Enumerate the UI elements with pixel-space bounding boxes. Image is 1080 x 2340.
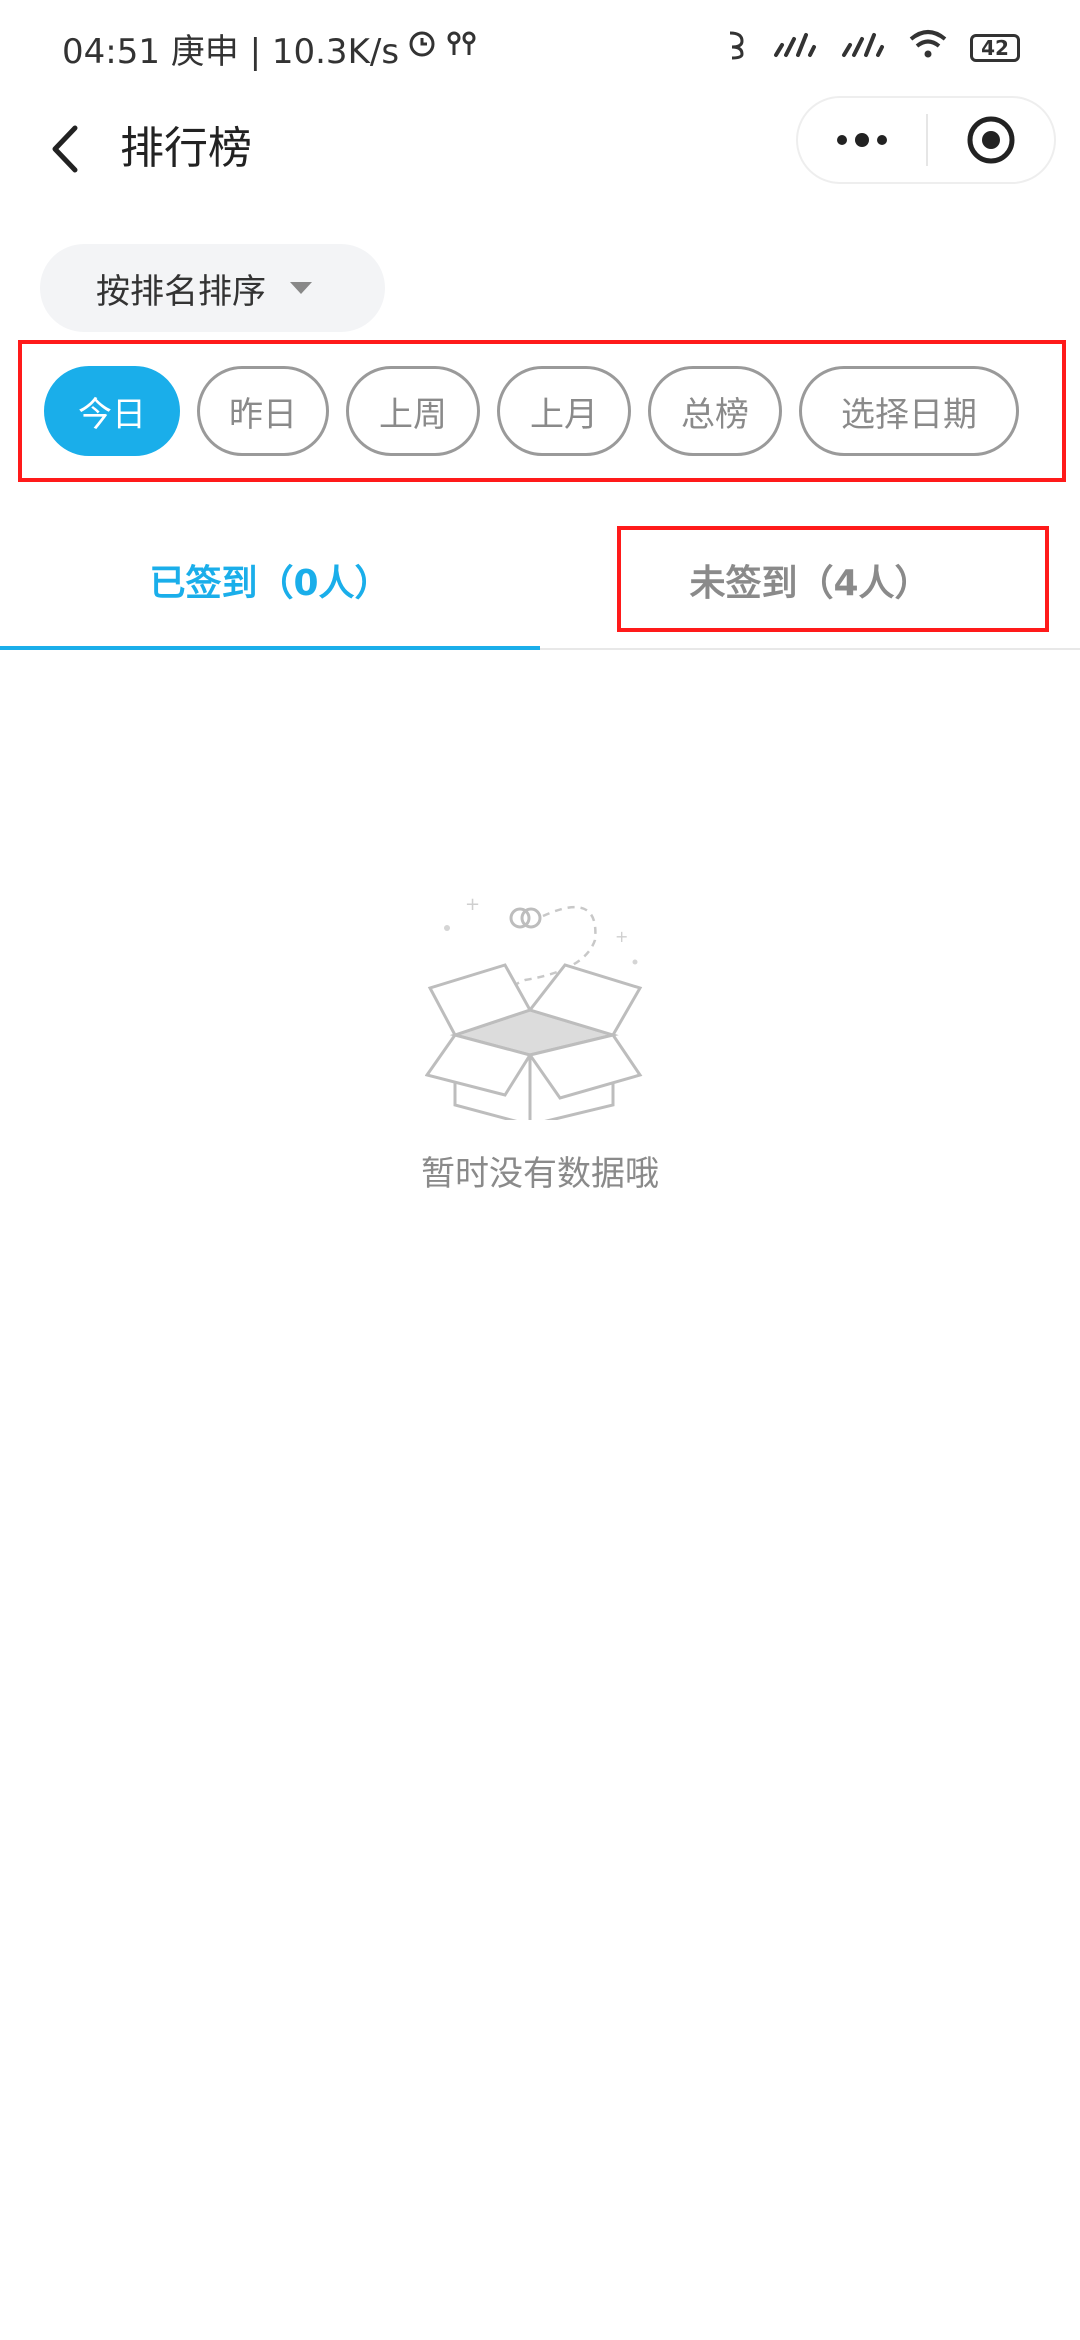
empty-state: + + 暂时没有数据哦 bbox=[0, 870, 1080, 1210]
wifi-icon bbox=[908, 28, 948, 68]
status-left: 04:51 庚申 | 10.3K/s bbox=[62, 24, 479, 73]
page-title: 排行榜 bbox=[120, 123, 252, 174]
chip-select-date[interactable]: 选择日期 bbox=[799, 366, 1019, 456]
empty-box-icon: + + bbox=[424, 870, 655, 1127]
battery-icon: 42 bbox=[970, 34, 1020, 62]
chip-last-week[interactable]: 上周 bbox=[346, 366, 480, 456]
svg-text:+: + bbox=[615, 927, 628, 946]
status-bar: 04:51 庚申 | 10.3K/s 42 bbox=[0, 0, 1080, 96]
chip-yesterday[interactable]: 昨日 bbox=[197, 366, 329, 456]
active-tab-indicator bbox=[0, 646, 540, 650]
svg-text:+: + bbox=[465, 894, 480, 915]
highlight-box bbox=[617, 526, 1049, 632]
tab-signed-in[interactable]: 已签到（0人） bbox=[0, 510, 540, 650]
target-icon bbox=[967, 116, 1015, 164]
nfc-icon bbox=[724, 27, 750, 70]
chip-today[interactable]: 今日 bbox=[44, 366, 180, 456]
status-time: 04:51 庚申 | 10.3K/s bbox=[62, 31, 400, 72]
chip-all-time[interactable]: 总榜 bbox=[648, 366, 782, 456]
date-filter-row: 今日 昨日 上周 上月 总榜 选择日期 bbox=[18, 340, 1066, 482]
status-right: 42 bbox=[724, 27, 1020, 70]
nav-bar: 排行榜 bbox=[0, 96, 1080, 206]
empty-message: 暂时没有数据哦 bbox=[421, 1154, 659, 1194]
close-miniprogram-button[interactable] bbox=[928, 98, 1054, 182]
sort-label: 按排名排序 bbox=[96, 271, 266, 312]
more-button[interactable] bbox=[798, 98, 926, 182]
back-button[interactable] bbox=[30, 114, 100, 184]
more-dots-icon bbox=[837, 133, 887, 147]
sign-in-tabs: 已签到（0人） 未签到（4人） bbox=[0, 510, 1080, 650]
sort-dropdown[interactable]: 按排名排序 bbox=[40, 244, 385, 332]
chip-last-month[interactable]: 上月 bbox=[497, 366, 631, 456]
earbuds-icon bbox=[445, 28, 479, 68]
signal-2-icon bbox=[840, 28, 886, 68]
signal-1-icon bbox=[772, 28, 818, 68]
chevron-left-icon bbox=[52, 125, 78, 173]
miniprogram-capsule bbox=[796, 96, 1056, 184]
alarm-icon bbox=[407, 28, 437, 68]
caret-down-icon bbox=[290, 282, 312, 294]
